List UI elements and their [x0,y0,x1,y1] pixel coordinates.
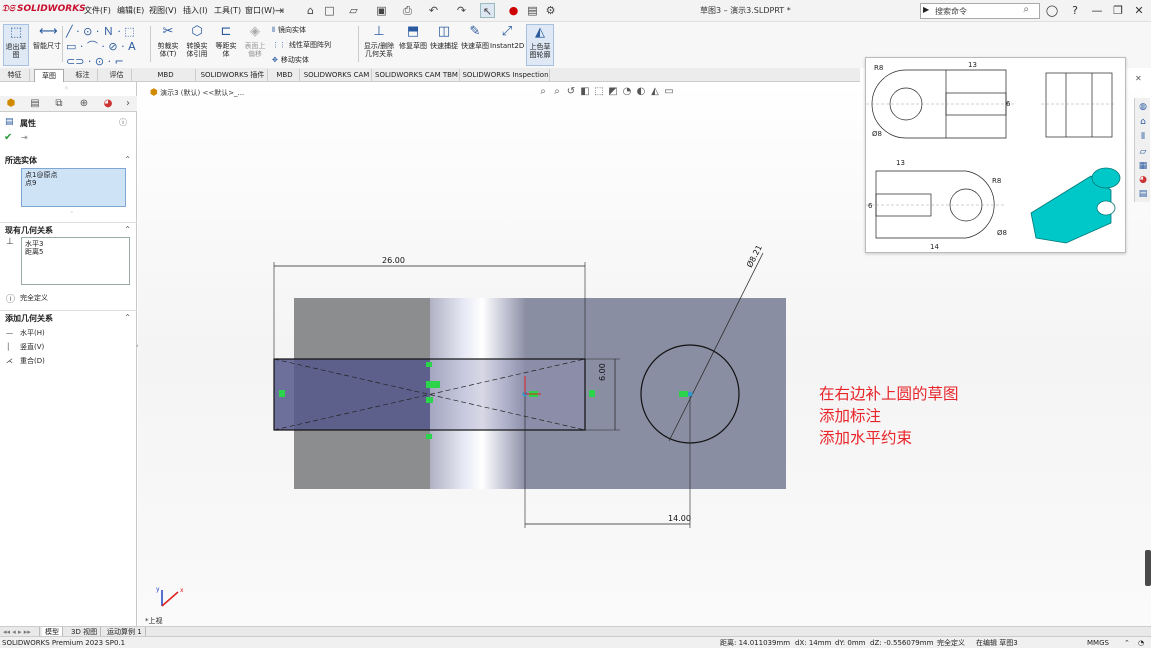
view-orientation-label: *上视 [145,617,163,625]
drawing-sheet: R8 13 6 Ø8 13 R8 6 14 Ø8 [866,61,1121,251]
design-library-icon[interactable]: ⫴ [1137,131,1149,143]
home-icon[interactable]: ⌂ [1137,116,1149,128]
annotation-line: 添加标注 [819,407,882,425]
drawing-dim-6-bottom: 6 [868,202,873,210]
status-dy: dY: 0mm [835,639,866,647]
custom-properties-icon[interactable]: ▤ [1137,188,1149,200]
status-dz: dZ: -0.556079mm [870,639,934,647]
top-view-outline [875,170,995,239]
annotation-line: 添加水平约束 [819,429,913,447]
isometric-hole [1096,200,1116,216]
triad-x-axis [161,591,179,607]
drawing-dim-r-top: R8 [874,64,883,72]
status-help-icon[interactable]: ◔ [1138,638,1144,648]
file-explorer-icon[interactable]: ▱ [1137,146,1149,158]
status-dx: dX: 14mm [795,639,832,647]
side-view-outline [1045,72,1113,138]
drawing-dim-6-top: 6 [1006,100,1011,108]
drawing-dim-13-top: 13 [968,61,977,69]
dimension-width[interactable]: 26.00 [382,256,405,265]
status-editing: 在编辑 草图3 [976,639,1018,647]
drawing-dim-13-bottom: 13 [896,159,905,167]
sketch-rectangle-shaded-right [430,359,585,430]
relation-glyph [679,391,688,397]
appearances-icon[interactable]: ◕ [1137,174,1149,186]
relation-glyph [426,397,433,403]
drawing-close-icon[interactable]: ✕ [1135,74,1142,83]
triad-y-label: y [156,586,160,593]
circle-center-point[interactable] [687,391,693,397]
solidworks-resources-icon[interactable]: ◍ [1137,101,1149,113]
status-expand-icon[interactable]: ⌃ [1124,638,1130,648]
orientation-widget[interactable] [1145,550,1151,586]
relation-glyph [426,381,440,388]
reference-drawing: R8 13 6 Ø8 13 R8 6 14 Ø8 [865,57,1126,253]
dimension-offset[interactable]: 14.00 [668,514,691,523]
status-definition: 完全定义 [937,639,965,647]
sketch-rectangle-shaded [274,359,430,430]
relation-glyph [426,362,432,367]
drawing-dim-d-top: Ø8 [872,130,882,138]
drawing-dim-14-bottom: 14 [930,243,939,251]
status-bar: SOLIDWORKS Premium 2023 SP0.1 距离: 14.011… [0,636,1151,648]
task-pane-tabs: ◍ ⌂ ⫴ ▱ ▦ ◕ ▤ [1134,98,1150,202]
view-palette-icon[interactable]: ▦ [1137,160,1149,172]
drawing-dim-r-bottom: R8 [992,177,1001,185]
relation-glyph [426,434,432,439]
status-distance: 距离: 14.011039mm [720,639,791,647]
triad-x-label: x [180,587,184,594]
annotation-text: 在右边补上圆的草图 添加标注 添加水平约束 [819,383,959,449]
dimension-height[interactable]: 6.00 [598,363,607,381]
drawing-dim-d-bottom: Ø8 [997,229,1007,237]
annotation-line: 在右边补上圆的草图 [819,385,959,403]
relation-glyph [279,390,285,397]
unit-system[interactable]: MMGS [1087,638,1109,648]
product-version: SOLIDWORKS Premium 2023 SP0.1 [2,639,126,647]
isometric-boss [1091,167,1121,189]
bottom-tab-bar: ◂◂ ◂ ▸ ▸▸ 模型 3D 视图 运动算例 1 [0,626,1151,637]
relation-glyph [589,390,595,397]
